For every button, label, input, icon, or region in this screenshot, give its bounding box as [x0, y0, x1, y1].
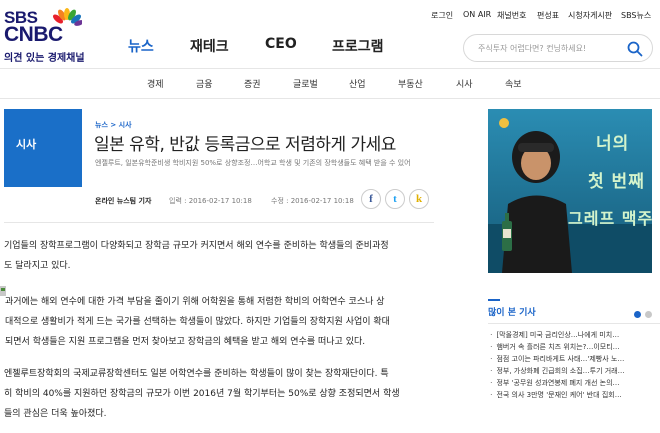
reporter-name[interactable]: 온라인 뉴스팀 기자 — [95, 196, 151, 206]
breadcrumb-separator: > — [110, 121, 117, 129]
subnav-breaking[interactable]: 속보 — [505, 77, 522, 90]
nav-news[interactable]: 뉴스 — [128, 36, 154, 56]
popular-accent-bar — [488, 299, 500, 301]
paragraph-line: 기업들의 장학프로그램이 다양화되고 장학금 규모가 커지면서 해외 연수를 준… — [4, 241, 389, 251]
login-link[interactable]: 로그인 — [431, 10, 453, 21]
nav-finance[interactable]: 재테크 — [190, 36, 229, 56]
article-paragraph: 과거에는 해외 연수에 대한 가격 부담을 줄이기 위해 어학원을 통해 저렴한… — [5, 292, 435, 352]
on-air-link[interactable]: ON AIR — [463, 10, 491, 19]
paragraph-line: 도 달라지고 있다. — [4, 261, 71, 271]
nav-ceo[interactable]: CEO — [265, 36, 297, 52]
subnav-real-estate[interactable]: 부동산 — [398, 77, 423, 90]
schedule-link[interactable]: 편성표 — [537, 10, 559, 21]
search-box — [463, 34, 653, 62]
channel-number-link[interactable]: 채널번호 — [497, 10, 526, 21]
nav-program[interactable]: 프로그램 — [332, 36, 384, 56]
subnav-current-affairs[interactable]: 시사 — [456, 77, 473, 90]
popular-pager — [634, 311, 660, 319]
paragraph-line: 들의 관심은 더욱 높아졌다. — [4, 409, 107, 419]
popular-item[interactable]: ㆍ 정부 '공무원 성과연봉제 폐지 개선 논의… — [488, 378, 660, 390]
kakao-share-button[interactable]: k — [409, 189, 429, 209]
popular-item[interactable]: ㆍ [막올경제] 미국 금리인상…나에게 미치… — [488, 330, 660, 342]
twitter-icon: t — [393, 193, 397, 205]
sbs-news-link[interactable]: SBS뉴스 — [621, 10, 651, 21]
pager-dot-active[interactable] — [634, 311, 641, 318]
article-subtitle: 엔젤루트, 일본유학준비생 학비지원 50%로 상향조정…어학교 학생 및 기존… — [95, 159, 411, 167]
popular-list: ㆍ [막올경제] 미국 금리인상…나에게 미치… ㆍ 햄버거 속 흘러른 치즈 위치… — [488, 330, 660, 402]
breadcrumb-news[interactable]: 뉴스 — [95, 121, 108, 129]
article-paragraph: 기업들의 장학프로그램이 다양화되고 장학금 규모가 커지면서 해외 연수를 준… — [4, 236, 434, 276]
subnav-securities[interactable]: 증권 — [244, 77, 261, 90]
facebook-share-button[interactable]: f — [361, 189, 381, 209]
popular-title: 많이 본 기사 — [488, 308, 536, 318]
twitter-share-button[interactable]: t — [385, 189, 405, 209]
ad-text-line2: 첫 번째 — [588, 172, 645, 192]
subnav-economy[interactable]: 경제 — [147, 77, 164, 90]
beer-ad-banner[interactable]: 너의 첫 번째 그레프 맥주 — [488, 109, 652, 273]
sub-nav: 경제 금융 증권 글로벌 산업 부동산 시사 속보 — [0, 77, 660, 91]
viewer-board-link[interactable]: 시청자게시판 — [568, 10, 612, 21]
kakao-icon: k — [415, 193, 423, 205]
subnav-banking[interactable]: 금융 — [196, 77, 213, 90]
subnav-industry[interactable]: 산업 — [349, 77, 366, 90]
facebook-icon: f — [369, 193, 373, 205]
article-divider — [4, 222, 434, 223]
popular-item[interactable]: ㆍ 햄버거 속 흘러른 치즈 위치는?…이모티… — [488, 342, 660, 354]
paragraph-line: 엔젤루트장학회의 국제교류장학센터도 일본 어학연수를 준비하는 학생들이 많이… — [4, 369, 389, 379]
popular-item[interactable]: ㆍ 전국 의사 3만명 '문재인 케어' 반대 집회… — [488, 390, 660, 402]
search-icon[interactable] — [627, 41, 643, 57]
paragraph-line: 대적으로 생활비가 적게 드는 국가를 선택하는 학생들이 많았다. 하지만 기… — [5, 317, 390, 327]
breadcrumb-current-affairs[interactable]: 시사 — [119, 121, 132, 129]
paragraph-line: 과거에는 해외 연수에 대한 가격 부담을 줄이기 위해 어학원을 통해 저렴한… — [5, 297, 385, 307]
ad-text-line3: 그레프 맥주 — [568, 209, 652, 228]
paragraph-line: 히 학비의 40%를 지원하던 장학금의 규모가 이번 2016년 7월 학기부… — [4, 389, 400, 399]
top-links: 로그인 ON AIR 채널번호 편성표 시청자게시판 SBS뉴스 — [425, 10, 660, 22]
header-divider — [0, 68, 660, 69]
section-label: 시사 — [16, 138, 37, 151]
pager-dot[interactable] — [645, 311, 652, 318]
modified-date: 수정 : 2016-02-17 10:18 — [271, 197, 354, 205]
section-label-box: 시사 — [4, 109, 82, 187]
paragraph-line: 되면서 학생들은 지원 프로그램을 먼저 찾아보고 장학금의 혜택을 받고 해외… — [5, 337, 366, 347]
popular-item[interactable]: ㆍ 점점 고이는 파리바게트 사태…'제빵사 노… — [488, 354, 660, 366]
article-title: 일본 유학, 반값 등록금으로 저렴하게 가세요 — [94, 135, 396, 155]
subnav-global[interactable]: 글로벌 — [293, 77, 318, 90]
popular-divider — [488, 323, 660, 324]
popular-item[interactable]: ㆍ 정부, 가상화폐 긴급회의 소집…투기 거래… — [488, 366, 660, 378]
input-date: 입력 : 2016-02-17 10:18 — [169, 197, 252, 205]
article-paragraph: 엔젤루트장학회의 국제교류장학센터도 일본 어학연수를 준비하는 학생들이 많이… — [4, 364, 434, 424]
article-meta: 온라인 뉴스팀 기자 입력 : 2016-02-17 10:18 수정 : 20… — [95, 196, 365, 206]
search-input[interactable] — [478, 41, 618, 55]
subnav-divider — [0, 98, 660, 99]
ad-text-line1: 너의 — [596, 134, 630, 154]
breadcrumb: 뉴스 > 시사 — [95, 120, 132, 130]
